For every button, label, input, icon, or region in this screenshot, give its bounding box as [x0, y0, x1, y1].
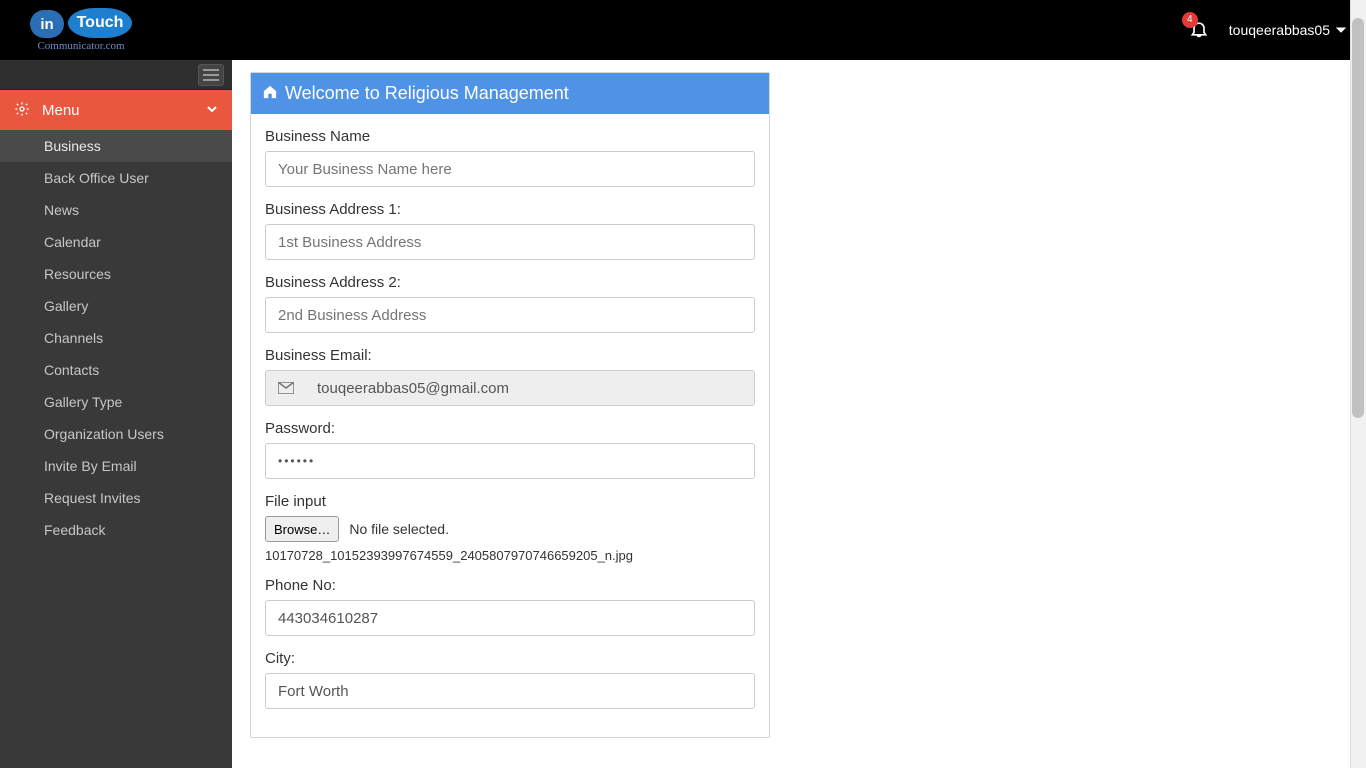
password-label: Password:: [265, 420, 755, 437]
file-status: No file selected.: [349, 521, 449, 537]
gear-icon: [14, 101, 30, 120]
panel-body: Business Name Business Address 1: Busine…: [251, 114, 769, 737]
panel-title: Welcome to Religious Management: [285, 83, 569, 104]
phone-input[interactable]: [265, 600, 755, 636]
browse-button[interactable]: Browse…: [265, 516, 339, 542]
email-value: touqeerabbas05@gmail.com: [305, 370, 755, 406]
notifications-button[interactable]: 4: [1189, 19, 1209, 42]
file-label: File input: [265, 493, 755, 510]
home-icon: [263, 83, 277, 104]
menu-header[interactable]: Menu: [0, 90, 232, 130]
business-name-label: Business Name: [265, 128, 755, 145]
scrollbar[interactable]: [1350, 0, 1366, 768]
sidebar-item-feedback[interactable]: Feedback: [0, 514, 232, 546]
email-label: Business Email:: [265, 347, 755, 364]
user-menu[interactable]: touqeerabbas05: [1229, 22, 1346, 38]
logo-in-bubble: in: [30, 10, 64, 38]
chevron-down-icon: [1336, 22, 1346, 38]
sidebar-item-channels[interactable]: Channels: [0, 322, 232, 354]
sidebar-item-news[interactable]: News: [0, 194, 232, 226]
address2-input[interactable]: [265, 297, 755, 333]
business-name-input[interactable]: [265, 151, 755, 187]
password-input[interactable]: [265, 443, 755, 479]
menu-list: BusinessBack Office UserNewsCalendarReso…: [0, 130, 232, 546]
phone-label: Phone No:: [265, 577, 755, 594]
sidebar-item-organization-users[interactable]: Organization Users: [0, 418, 232, 450]
address1-input[interactable]: [265, 224, 755, 260]
sidebar-item-calendar[interactable]: Calendar: [0, 226, 232, 258]
scrollbar-thumb[interactable]: [1352, 18, 1364, 418]
address2-label: Business Address 2:: [265, 274, 755, 291]
sidebar-item-invite-by-email[interactable]: Invite By Email: [0, 450, 232, 482]
logo[interactable]: in Touch Communicator.com: [30, 8, 132, 52]
sidebar-topstrip: [0, 60, 232, 90]
logo-subtitle: Communicator.com: [37, 41, 124, 52]
bell-icon: [1189, 26, 1209, 42]
city-label: City:: [265, 650, 755, 667]
sidebar-toggle-button[interactable]: [198, 64, 224, 86]
panel-header: Welcome to Religious Management: [251, 73, 769, 114]
username-label: touqeerabbas05: [1229, 22, 1330, 38]
sidebar-item-gallery-type[interactable]: Gallery Type: [0, 386, 232, 418]
sidebar-item-resources[interactable]: Resources: [0, 258, 232, 290]
panel: Welcome to Religious Management Business…: [250, 72, 770, 738]
sidebar-item-gallery[interactable]: Gallery: [0, 290, 232, 322]
sidebar: Menu BusinessBack Office UserNewsCalenda…: [0, 60, 232, 768]
file-name: 10170728_10152393997674559_2405807970746…: [265, 548, 755, 563]
menu-header-label: Menu: [42, 102, 206, 119]
top-bar: in Touch Communicator.com 4 touqeerabbas…: [0, 0, 1366, 60]
sidebar-item-back-office-user[interactable]: Back Office User: [0, 162, 232, 194]
sidebar-item-request-invites[interactable]: Request Invites: [0, 482, 232, 514]
content-area: Welcome to Religious Management Business…: [232, 60, 1366, 768]
notification-badge: 4: [1182, 12, 1198, 28]
chevron-down-icon: [206, 102, 218, 118]
sidebar-item-contacts[interactable]: Contacts: [0, 354, 232, 386]
sidebar-item-business[interactable]: Business: [0, 130, 232, 162]
city-input[interactable]: [265, 673, 755, 709]
logo-touch-bubble: Touch: [68, 8, 132, 38]
address1-label: Business Address 1:: [265, 201, 755, 218]
envelope-icon: [265, 370, 305, 406]
